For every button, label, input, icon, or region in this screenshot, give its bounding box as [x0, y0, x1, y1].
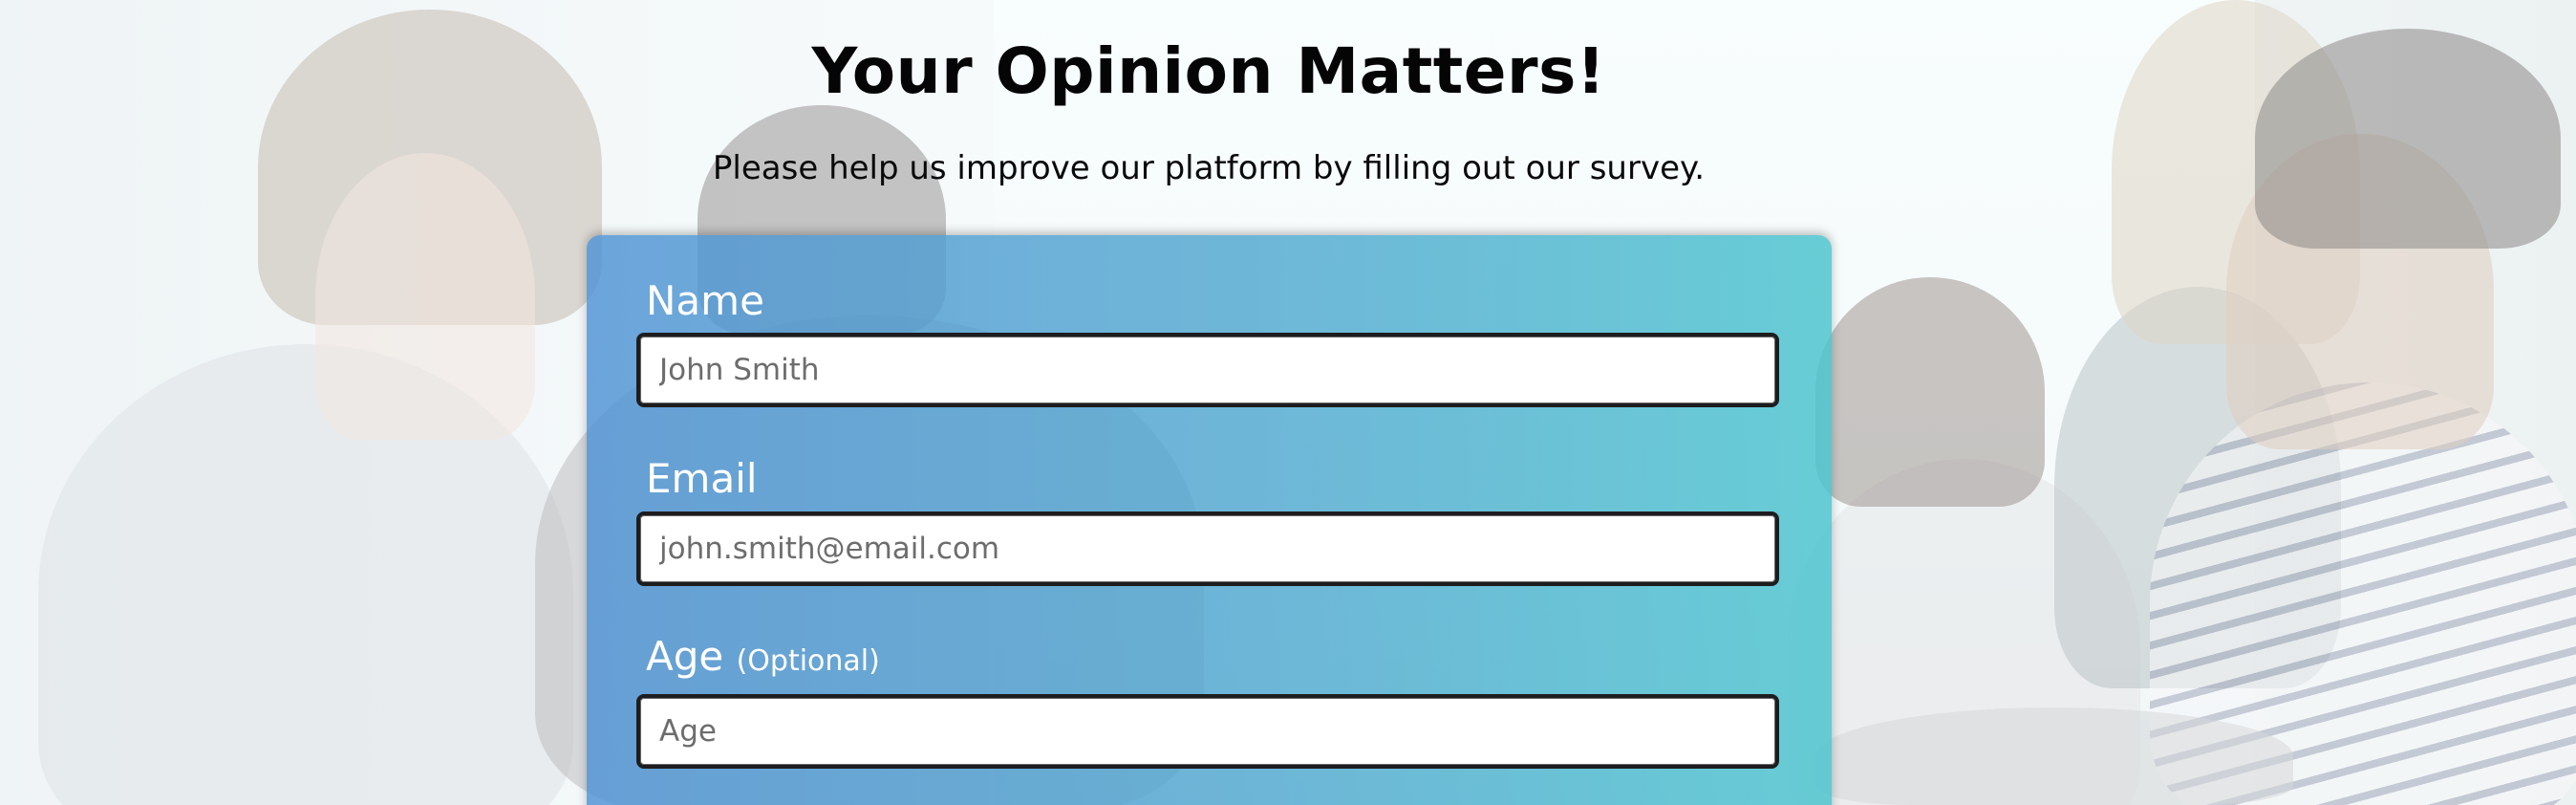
page-subtitle: Please help us improve our platform by f…: [712, 149, 1706, 187]
name-input[interactable]: [636, 333, 1779, 407]
email-label-text: Email: [646, 455, 758, 502]
name-label-text: Name: [646, 277, 764, 324]
age-input[interactable]: [636, 694, 1779, 769]
name-label: Name: [646, 277, 764, 324]
email-input[interactable]: [636, 511, 1779, 586]
age-label-text: Age: [646, 633, 724, 680]
page-title: Your Opinion Matters!: [811, 34, 1606, 108]
age-label: Age (Optional): [646, 633, 880, 680]
age-optional-note: (Optional): [736, 644, 880, 678]
email-label: Email: [646, 455, 758, 502]
